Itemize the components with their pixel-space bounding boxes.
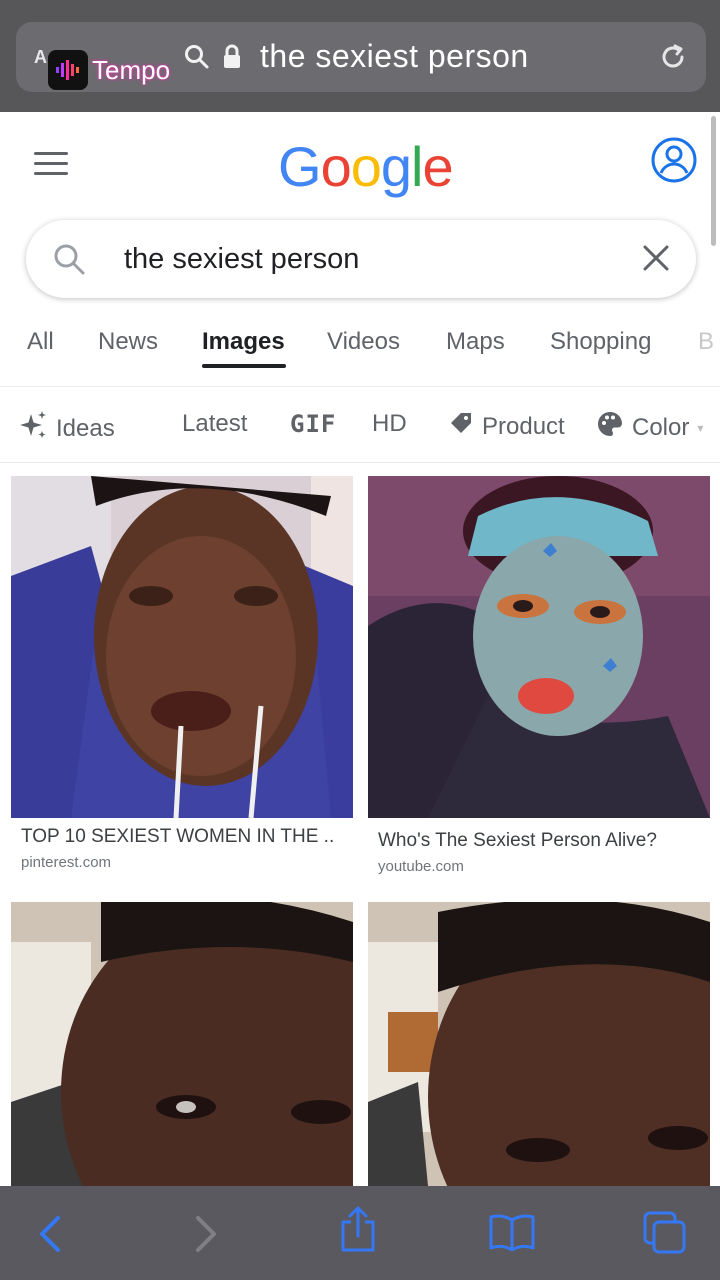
account-circle-icon[interactable]	[650, 136, 698, 189]
chevron-right-icon[interactable]	[192, 1214, 220, 1259]
result-thumbnail[interactable]	[368, 476, 710, 818]
chip-product-label: Product	[482, 412, 565, 440]
share-icon[interactable]	[338, 1206, 378, 1259]
search-input[interactable]	[124, 238, 624, 280]
image-result[interactable]	[368, 902, 710, 1186]
google-header: Google	[0, 112, 720, 222]
result-title[interactable]: Who's The Sexiest Person Alive?	[368, 830, 710, 852]
search-tabs: All News Images Videos Maps Shopping B	[0, 318, 720, 374]
search-icon	[52, 242, 86, 281]
result-source: youtube.com	[378, 858, 464, 875]
tab-all[interactable]: All	[27, 328, 54, 356]
chip-color[interactable]: Color ▾	[596, 410, 703, 445]
active-tab-indicator	[202, 364, 286, 368]
book-icon[interactable]	[488, 1212, 536, 1257]
tempo-overlay-badge: Tempo	[48, 50, 170, 90]
reload-icon[interactable]	[656, 40, 690, 79]
google-logo-letter: e	[422, 135, 453, 198]
sparkle-icon	[18, 410, 48, 447]
address-bar[interactable]: A Tempo the sexiest person	[16, 22, 706, 92]
tag-icon	[448, 410, 474, 443]
google-logo-letter: g	[380, 135, 412, 198]
chip-color-label: Color	[632, 413, 690, 441]
result-thumbnail[interactable]	[11, 476, 353, 818]
tab-images[interactable]: Images	[202, 328, 285, 356]
tempo-label: Tempo	[92, 54, 171, 85]
google-logo-letter: G	[278, 135, 322, 198]
google-logo-letter: o	[350, 135, 382, 198]
chip-product[interactable]: Product	[448, 410, 565, 443]
search-box	[26, 220, 696, 298]
tabs-icon[interactable]	[642, 1210, 688, 1261]
lock-icon	[222, 44, 242, 75]
search-icon	[184, 44, 210, 75]
chip-hd[interactable]: HD	[372, 410, 407, 438]
chip-gif[interactable]: GIF	[290, 410, 336, 438]
result-source: pinterest.com	[21, 854, 112, 871]
chevron-down-icon: ▾	[697, 420, 704, 435]
tab-news[interactable]: News	[98, 328, 158, 356]
image-result[interactable]: TOP 10 SEXIEST WOMEN IN THE .. pinterest…	[11, 476, 353, 871]
google-logo-letter: o	[320, 135, 352, 198]
filter-chips: Ideas Latest GIF HD Product Color ▾	[0, 400, 720, 456]
close-icon[interactable]	[640, 242, 672, 279]
chip-latest[interactable]: Latest	[182, 410, 247, 438]
browser-url-area: A Tempo the sexiest person	[0, 0, 720, 112]
reader-settings-button[interactable]: A	[34, 47, 47, 68]
divider	[0, 462, 720, 463]
tab-maps[interactable]: Maps	[446, 328, 505, 356]
hamburger-menu-icon[interactable]	[34, 152, 68, 178]
chip-latest-label: Latest	[182, 410, 248, 437]
tab-books-partial[interactable]: B	[698, 328, 714, 356]
google-logo[interactable]: Google	[278, 134, 454, 199]
tempo-logo-icon	[48, 50, 88, 90]
tab-videos[interactable]: Videos	[327, 328, 400, 356]
divider	[0, 386, 720, 387]
result-thumbnail[interactable]	[368, 902, 710, 1186]
chevron-left-icon[interactable]	[36, 1214, 64, 1259]
chip-gif-label: GIF	[290, 410, 337, 438]
chip-ideas-label: Ideas	[56, 414, 115, 442]
chip-ideas[interactable]: Ideas	[18, 410, 115, 447]
page-scrollbar[interactable]	[711, 116, 716, 246]
chip-hd-label: HD	[372, 410, 407, 437]
image-result[interactable]: Who's The Sexiest Person Alive? youtube.…	[368, 476, 710, 875]
result-title[interactable]: TOP 10 SEXIEST WOMEN IN THE ..	[11, 826, 353, 848]
url-text[interactable]: the sexiest person	[260, 38, 529, 75]
google-logo-letter: l	[411, 135, 423, 198]
palette-icon	[596, 410, 624, 445]
result-thumbnail[interactable]	[11, 902, 353, 1186]
tab-shopping[interactable]: Shopping	[550, 328, 651, 356]
image-result[interactable]	[11, 902, 353, 1186]
browser-toolbar	[0, 1186, 720, 1280]
